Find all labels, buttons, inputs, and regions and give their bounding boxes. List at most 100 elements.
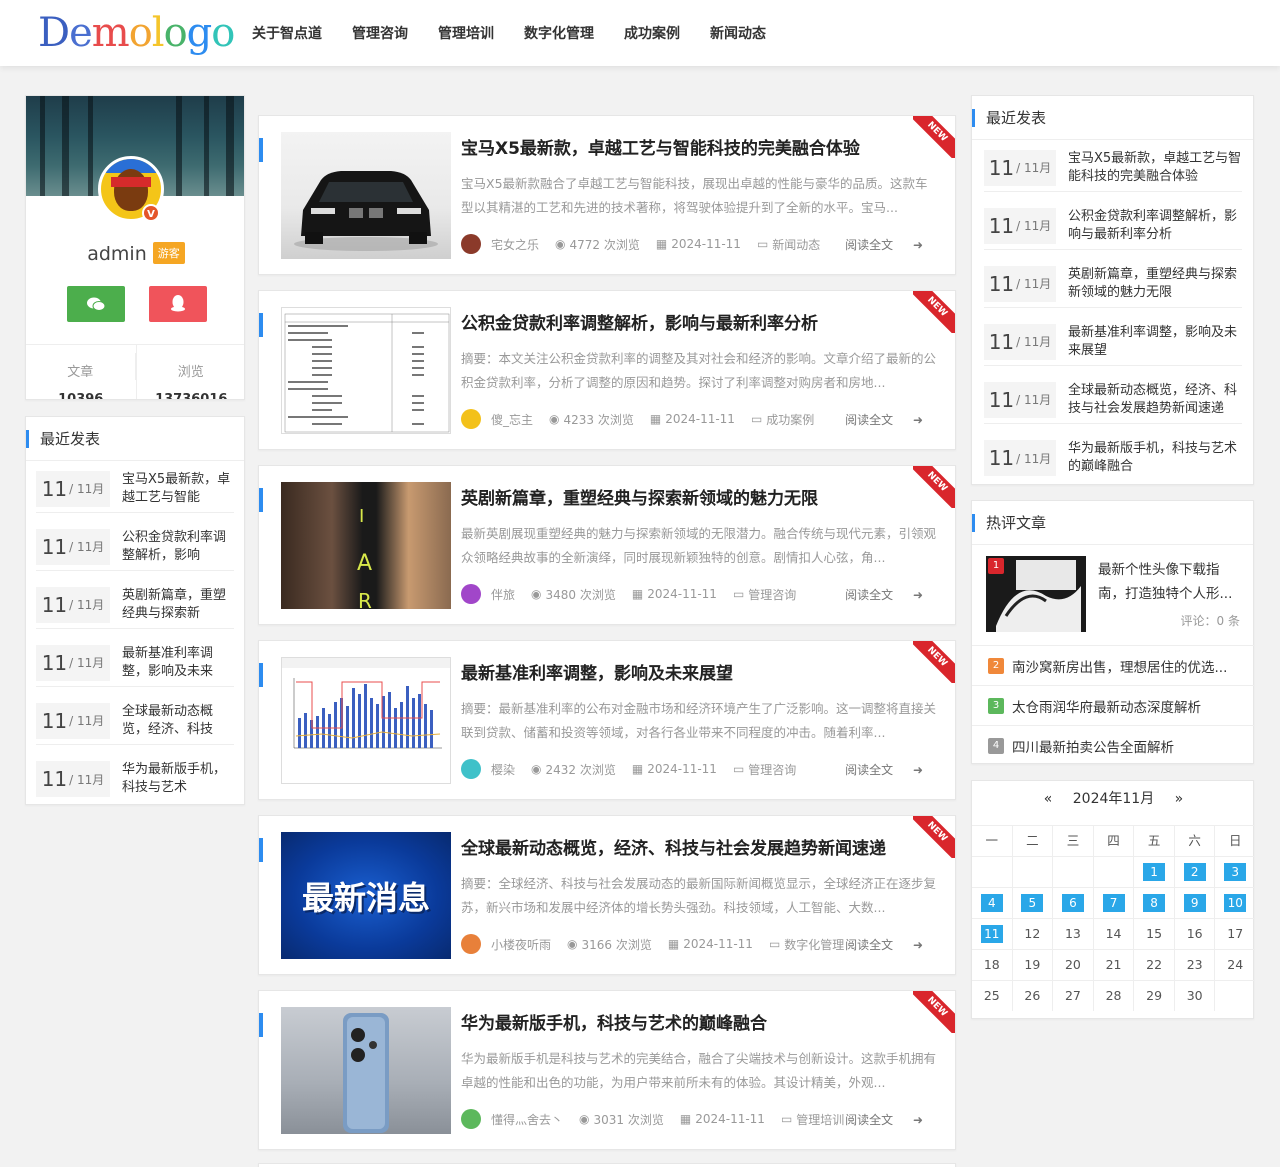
hot-title[interactable]: 最新个性头像下载指南，打造独特个人形... [1098,558,1240,606]
nav-item-about[interactable]: 关于智点道 [252,23,322,43]
calendar-day[interactable]: 4 [972,888,1013,918]
read-more-link[interactable]: 阅读全文 ➜ [845,1111,939,1128]
calendar-day[interactable]: 10 [1215,888,1255,918]
calendar-day[interactable]: 5 [1013,888,1054,918]
calendar-widget: « 2024年11月 » 一二三四五六日 1 2 3 4 5 6 7 8 9 10 11 12 13 14 1… [971,780,1255,1019]
post-meta: 伴旅 ◉ 3480 次浏览 ▦ 2024-11-11 ▭ 管理咨询 阅读全文 ➜ [461,584,939,604]
list-item[interactable]: 11/ 11月 英剧新篇章，重塑经典与探索新 [36,581,234,629]
hot-item[interactable]: 2 南沙窝新房出售，理想居住的优选... [972,645,1255,685]
list-item[interactable]: 11/ 11月 最新基准利率调整，影响及未来 [36,639,234,687]
post-author[interactable]: 伴旅 [491,586,515,603]
list-item[interactable]: 11/ 11月 宝马X5最新款，卓越工艺与智能 [36,465,234,513]
post-card: I AR 英剧新篇章，重塑经典与探索新领域的魅力无限 最新英剧展现重塑经典的魅力与… [258,465,956,625]
post-title[interactable]: 华为最新版手机，科技与艺术的巅峰融合 [461,1009,767,1034]
list-item[interactable]: 11/ 11月 公积金贷款利率调整解析，影响 [36,523,234,571]
list-item[interactable]: 11/ 11月 英剧新篇章，重塑经典与探索新领域的魅力无限 [984,260,1242,308]
post-thumbnail[interactable]: I AR [281,482,451,609]
calendar-empty-cell [972,857,1013,887]
read-more-link[interactable]: 阅读全文 ➜ [845,586,939,603]
author-avatar[interactable] [461,759,481,779]
author-avatar[interactable] [461,934,481,954]
author-avatar[interactable] [461,1109,481,1129]
left-recent-widget: 最近发表 11/ 11月 宝马X5最新款，卓越工艺与智能 11/ 11月 公积金贷款… [25,416,245,805]
list-item[interactable]: 11/ 11月 宝马X5最新款，卓越工艺与智能科技的完美融合体验 [984,144,1242,192]
post-title[interactable]: 公积金贷款利率调整解析，影响与最新利率分析 [461,309,818,334]
list-item[interactable]: 11/ 11月 公积金贷款利率调整解析，影响与最新利率分析 [984,202,1242,250]
calendar-day[interactable]: 3 [1215,857,1255,887]
author-avatar[interactable] [461,584,481,604]
read-more-link[interactable]: 阅读全文 ➜ [845,761,939,778]
calendar-week-row: 18 19 20 21 22 23 24 [972,949,1255,980]
nav-item-training[interactable]: 管理培训 [438,23,494,43]
list-item[interactable]: 11/ 11月 全球最新动态概览，经济、科技与社会发展趋势新闻速递 [984,376,1242,424]
new-ribbon: NEW [913,466,955,508]
prev-month-button[interactable]: « [1044,791,1053,807]
post-title[interactable]: 最新基准利率调整，影响及未来展望 [461,659,733,684]
stat-articles: 文章 10396 [26,345,137,399]
read-more-link[interactable]: 阅读全文 ➜ [845,411,939,428]
username: admin 游客 [26,242,244,265]
calendar-icon: ▦ [631,762,644,776]
post-category[interactable]: 数字化管理 [784,936,844,953]
calendar-week-row: 4 5 6 7 8 9 10 [972,887,1255,918]
post-category[interactable]: 管理咨询 [748,586,796,603]
weekday-label: 六 [1175,826,1216,856]
calendar-day[interactable]: 9 [1175,888,1216,918]
post-thumbnail[interactable]: 最新消息 [281,832,451,959]
arrow-circle-icon: ➜ [912,587,923,602]
post-excerpt: 摘要：本文关注公积金贷款利率的调整及其对社会和经济的影响。文章介绍了最新的公积金… [461,351,937,390]
list-item[interactable]: 11/ 11月 华为最新版手机，科技与艺术的巅峰融合 [984,434,1242,482]
post-category[interactable]: 新闻动态 [772,236,820,253]
calendar-day[interactable]: 6 [1053,888,1094,918]
list-item[interactable]: 11/ 11月 全球最新动态概览，经济、科技 [36,697,234,745]
calendar-day: 15 [1134,919,1175,949]
date-box: 11/ 11月 [36,528,110,565]
author-avatar[interactable] [461,409,481,429]
site-logo[interactable]: Demologo [38,10,235,56]
post-title[interactable]: 全球最新动态概览，经济、科技与社会发展趋势新闻速递 [461,834,886,859]
post-author[interactable]: 宅女之乐 [491,236,539,253]
hot-thumbnail[interactable]: 1 [986,556,1086,632]
post-thumbnail[interactable] [281,307,451,434]
calendar-day[interactable]: 7 [1094,888,1135,918]
calendar-day[interactable]: 8 [1134,888,1175,918]
post-author[interactable]: 傻_忘主 [491,411,533,428]
folder-icon: ▭ [780,1112,793,1126]
post-author[interactable]: 懂得灬舍去丶 [491,1111,563,1128]
calendar-day[interactable]: 1 [1134,857,1175,887]
qq-button[interactable] [149,286,207,322]
author-avatar[interactable] [461,234,481,254]
verified-badge-icon: V [142,204,160,222]
calendar-day[interactable]: 11 [972,919,1013,949]
post-category[interactable]: 成功案例 [766,411,814,428]
read-more-link[interactable]: 阅读全文 ➜ [845,236,939,253]
read-more-link[interactable]: 阅读全文 ➜ [845,936,939,953]
date-box: 11/ 11月 [36,761,110,797]
nav-item-news[interactable]: 新闻动态 [710,23,766,43]
post-thumbnail[interactable] [281,657,451,784]
post-category[interactable]: 管理培训 [796,1111,844,1128]
nav-item-cases[interactable]: 成功案例 [624,23,680,43]
post-thumbnail[interactable] [281,132,451,259]
date-box: 11/ 11月 [36,470,110,507]
nav-item-digital[interactable]: 数字化管理 [524,23,594,43]
post-thumbnail[interactable] [281,1007,451,1134]
post-author[interactable]: 樱染 [491,761,515,778]
hot-item[interactable]: 4 四川最新拍卖公告全面解析 [972,725,1255,765]
post-title[interactable]: 宝马X5最新款，卓越工艺与智能科技的完美融合体验 [461,134,860,159]
nav-item-consulting[interactable]: 管理咨询 [352,23,408,43]
wechat-button[interactable] [67,286,125,322]
post-category[interactable]: 管理咨询 [748,761,796,778]
list-item[interactable]: 11/ 11月 华为最新版手机，科技与艺术 [36,755,234,803]
post-views: 3166 次浏览 [581,937,652,952]
list-item[interactable]: 11/ 11月 最新基准利率调整，影响及未来展望 [984,318,1242,366]
next-month-button[interactable]: » [1175,791,1184,807]
post-title[interactable]: 英剧新篇章，重塑经典与探索新领域的魅力无限 [461,484,818,509]
post-date: 2024-11-11 [647,762,717,776]
hot-item[interactable]: 3 太仓雨润华府最新动态深度解析 [972,685,1255,725]
calendar-day[interactable]: 2 [1175,857,1216,887]
new-ribbon: NEW [913,991,955,1033]
hot-top-item[interactable]: 1 最新个性头像下载指南，打造独特个人形... 评论：0 条 [986,556,1240,634]
post-author[interactable]: 小楼夜听雨 [491,936,551,953]
profile-stats: 文章 10396 浏览 13736016 [26,344,244,399]
